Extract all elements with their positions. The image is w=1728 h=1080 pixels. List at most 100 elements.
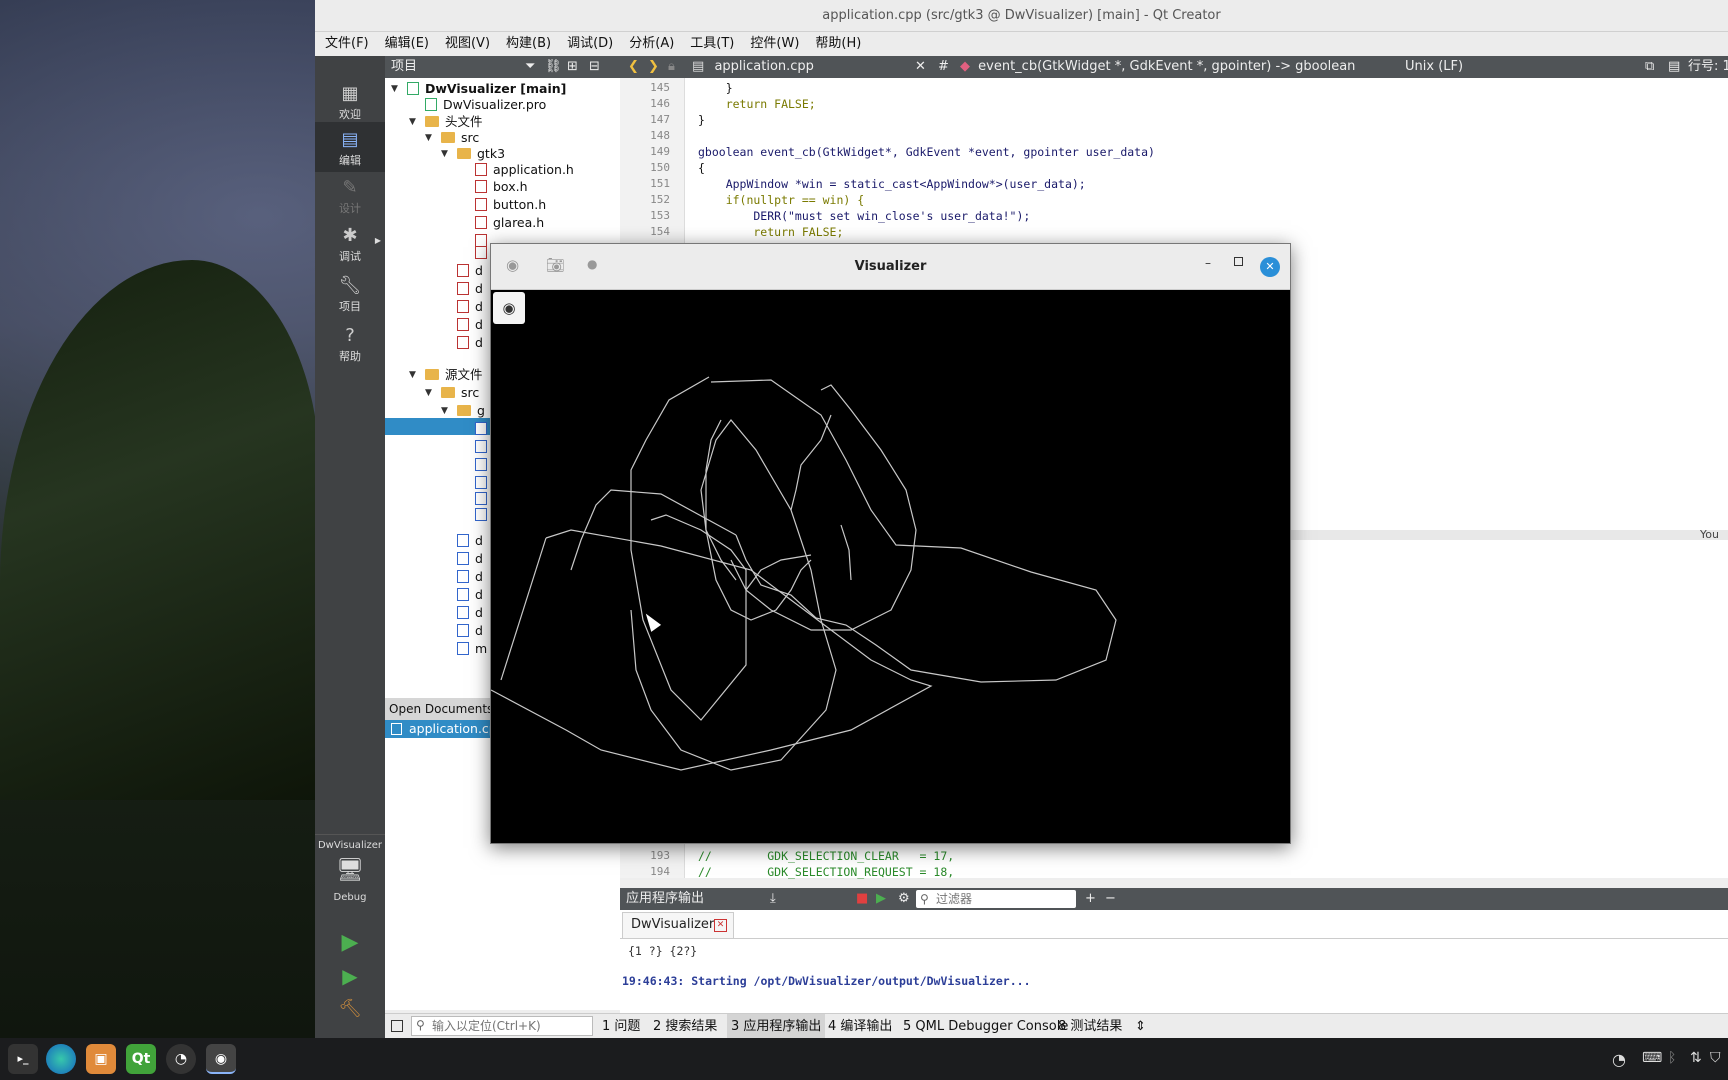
menu-edit[interactable]: 编辑(E) — [377, 32, 437, 56]
tree-item[interactable]: d — [457, 550, 483, 568]
build-hammer-icon[interactable]: 🔨︎ — [337, 998, 363, 1024]
chevron-down-icon: ▼ — [409, 370, 416, 380]
tree-item[interactable]: ▼ 源文件 — [409, 366, 483, 384]
menu-widgets[interactable]: 控件(W) — [742, 32, 807, 56]
maximize-icon[interactable] — [1234, 257, 1243, 266]
tree-item[interactable]: d — [457, 334, 483, 352]
split-icon[interactable]: ⊞ — [567, 56, 578, 78]
output-filter-input[interactable]: ⚲ — [916, 890, 1076, 908]
project-pane-title[interactable]: 项目 — [391, 59, 417, 74]
tree-item[interactable]: d — [457, 622, 483, 640]
attach-icon[interactable]: ⤓ — [770, 888, 776, 910]
mode-design[interactable]: ✎ 设计 — [315, 170, 385, 220]
mode-projects[interactable]: 🔧︎ 项目 — [315, 268, 385, 318]
up-down-icon[interactable]: ⇕ — [1135, 1014, 1146, 1039]
symbol-selector[interactable]: ◆ event_cb(GtkWidget *, GdkEvent *, gpoi… — [960, 56, 1400, 78]
obs-icon[interactable]: ◔ — [166, 1044, 196, 1074]
tree-item[interactable]: DwVisualizer.pro — [425, 96, 546, 114]
network-icon[interactable]: ⇅ — [1690, 1050, 1702, 1066]
filter-icon[interactable]: ⏷ — [525, 56, 535, 78]
pane-qml-debugger[interactable]: 5 QML Debugger Console — [903, 1014, 1068, 1039]
add-icon[interactable]: + — [1085, 888, 1096, 910]
tree-item[interactable]: button.h — [475, 196, 546, 214]
menu-help[interactable]: 帮助(H) — [807, 32, 869, 56]
tree-item[interactable]: glarea.h — [475, 214, 544, 232]
tree-label: d — [475, 263, 483, 278]
pane-app-output[interactable]: 3 应用程序输出 — [727, 1014, 826, 1039]
terminal-icon[interactable]: ▸_ — [8, 1044, 38, 1074]
qt-icon[interactable]: Qt — [126, 1044, 156, 1074]
visualizer-icon[interactable]: ◉ — [206, 1044, 236, 1074]
settings-gear-icon[interactable]: ⚙ — [898, 888, 910, 910]
run-icon[interactable]: ▶ — [337, 930, 363, 956]
tree-label: m — [475, 641, 488, 656]
output-filter-field[interactable] — [936, 890, 1072, 908]
kit-selector[interactable]: 🖥︎ — [333, 858, 367, 896]
tree-item[interactable]: d — [457, 262, 483, 280]
pane-compile-output[interactable]: 4 编译输出 — [828, 1014, 892, 1039]
stop-icon[interactable]: ■ — [856, 888, 868, 910]
forward-icon[interactable]: ❯ — [648, 56, 659, 78]
locator-field[interactable] — [432, 1018, 590, 1034]
back-icon[interactable]: ❮ — [628, 56, 639, 78]
shield-icon[interactable]: ⛉ — [1710, 1050, 1721, 1066]
visualizer-titlebar: ◉ 📷︎ ● Visualizer – ✕ — [491, 244, 1290, 290]
line-ending-selector[interactable]: Unix (LF) — [1405, 56, 1525, 78]
debug-run-icon[interactable]: ▶ — [337, 964, 363, 990]
menu-debug[interactable]: 调试(D) — [559, 32, 621, 56]
tree-item[interactable]: ▼ src — [425, 384, 479, 402]
files-icon[interactable]: ▣ — [86, 1044, 116, 1074]
mode-debug[interactable]: ✱ 调试 ▶ — [315, 218, 385, 268]
link-icon[interactable]: ⛓ — [545, 56, 562, 78]
bluetooth-icon[interactable]: ᛒ — [1668, 1050, 1676, 1066]
tree-item[interactable]: d — [457, 604, 483, 622]
tree-item[interactable]: m — [457, 640, 487, 658]
pane-test-results[interactable]: 8 测试结果 — [1058, 1014, 1122, 1039]
menu-tools[interactable]: 工具(T) — [682, 32, 742, 56]
keyboard-icon[interactable]: ⌨ — [1642, 1050, 1662, 1066]
close-tab-icon[interactable]: ✕ — [714, 919, 727, 932]
tree-item[interactable]: d — [457, 586, 483, 604]
toggle-sidebar-icon[interactable] — [391, 1020, 403, 1032]
remove-icon[interactable]: − — [1105, 888, 1116, 910]
tree-item[interactable]: d — [457, 532, 483, 550]
close-icon[interactable]: ✕ — [1260, 257, 1280, 277]
tray-obs-icon[interactable]: ◔ — [1612, 1050, 1626, 1069]
pane-search-results[interactable]: 2 搜索结果 — [653, 1014, 717, 1039]
locator-input[interactable]: ⚲ — [411, 1016, 593, 1036]
split-view-icon[interactable]: ⧉ — [1645, 56, 1654, 78]
rerun-icon[interactable]: ▶ — [876, 888, 886, 910]
tree-item[interactable]: box.h — [475, 178, 528, 196]
edge-icon[interactable] — [46, 1044, 76, 1074]
tree-label: d — [475, 281, 483, 296]
header-file-icon — [457, 282, 469, 295]
pane-issues[interactable]: 1 问题 — [602, 1014, 640, 1039]
close-file-icon[interactable]: ✕ — [915, 56, 926, 78]
visualizer-canvas[interactable]: ◉ — [491, 290, 1290, 843]
header-file-icon — [457, 300, 469, 313]
tree-item[interactable]: d — [457, 298, 483, 316]
file-tab[interactable]: ▤ application.cpp — [692, 56, 897, 78]
menu-build[interactable]: 构建(B) — [498, 32, 559, 56]
menu-view[interactable]: 视图(V) — [437, 32, 498, 56]
mode-label: 项目 — [339, 300, 361, 313]
source-file-icon — [475, 458, 487, 471]
output-tab[interactable]: DwVisualizer ✕ — [622, 912, 734, 938]
tree-item[interactable]: d — [457, 280, 483, 298]
mode-help[interactable]: ? 帮助 — [315, 318, 385, 368]
tree-item[interactable]: d — [457, 568, 483, 586]
menu-file[interactable]: 文件(F) — [317, 32, 377, 56]
code-line: } — [698, 81, 733, 95]
outline-icon[interactable]: ▤ — [1668, 56, 1680, 78]
tree-label: d — [475, 335, 483, 350]
mode-edit[interactable]: ▤ 编辑 — [315, 122, 385, 172]
code-line: return FALSE; — [698, 225, 844, 239]
tree-label: 源文件 — [445, 367, 483, 382]
tree-item[interactable]: ▼ g — [441, 402, 485, 420]
tree-item[interactable]: d — [457, 316, 483, 334]
minimize-icon[interactable]: – — [1205, 256, 1211, 270]
mode-welcome[interactable]: ▦ 欢迎 — [315, 76, 385, 126]
tree-item[interactable]: application.h — [475, 161, 574, 179]
close-pane-icon[interactable]: ⊟ — [589, 56, 600, 78]
menu-analyze[interactable]: 分析(A) — [621, 32, 682, 56]
